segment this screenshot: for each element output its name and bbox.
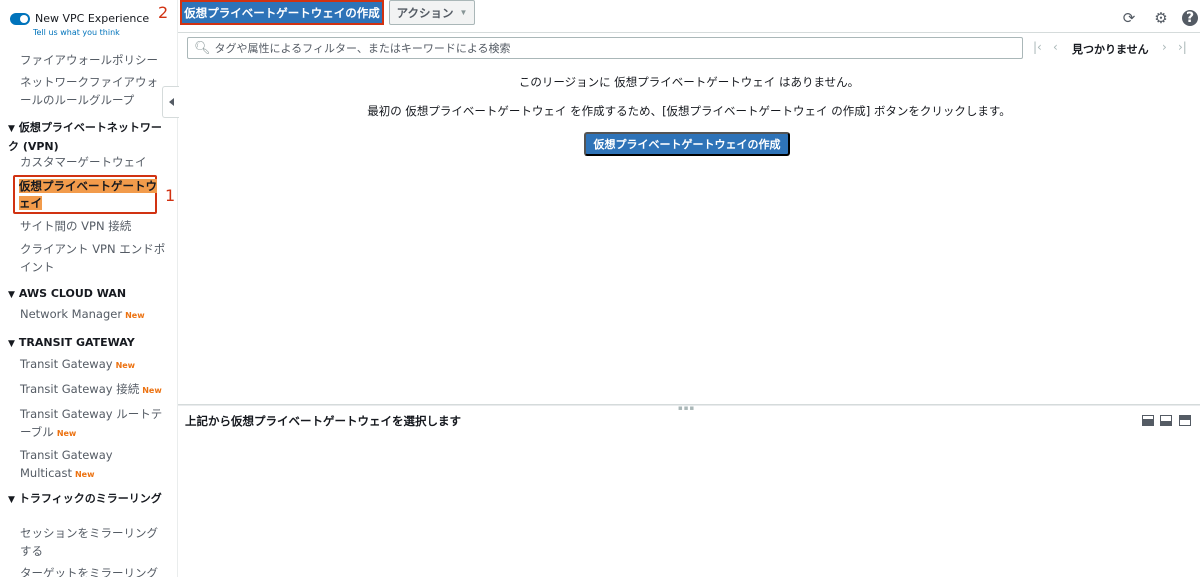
sidebar-item-client-vpn-endpoint[interactable]: クライアント VPN エンドポイント: [20, 240, 168, 276]
new-badge: New: [74, 470, 95, 479]
drag-handle-icon[interactable]: ▪▪▪: [678, 404, 695, 412]
actions-label: アクション: [396, 7, 454, 20]
sidebar-item-label: Transit Gateway: [20, 357, 113, 371]
sidebar-collapse-handle[interactable]: [162, 86, 179, 118]
sidebar-item-label: Transit Gateway ルートテーブル: [20, 407, 163, 439]
first-page-icon[interactable]: |‹: [1033, 40, 1042, 54]
sidebar-section-vpn[interactable]: ▼ 仮想プライベートネットワーク (VPN): [8, 119, 168, 155]
sidebar-item-site-to-site-vpn[interactable]: サイト間の VPN 接続: [20, 217, 168, 235]
sidebar-item-mirror-targets[interactable]: ターゲットをミラーリング: [20, 564, 168, 577]
sidebar-item-firewall-rule-groups[interactable]: ネットワークファイアウォールのルールグループ: [20, 73, 168, 109]
new-badge: New: [125, 311, 145, 320]
expand-triangle-icon: ▼: [8, 339, 15, 349]
new-badge: New: [115, 361, 136, 370]
sidebar-item-transit-gateway-attachments[interactable]: Transit Gateway 接続 New: [20, 380, 168, 400]
toggle-switch-icon[interactable]: [10, 12, 30, 25]
next-page-icon[interactable]: ›: [1162, 40, 1167, 54]
sidebar-item-label: 仮想プライベートゲートウェイ: [19, 179, 157, 210]
sidebar-item-firewall-policy[interactable]: ファイアウォールポリシー: [20, 51, 168, 69]
sidebar-item-transit-gateway-multicast[interactable]: Transit Gateway Multicast New: [20, 446, 168, 484]
section-label: AWS CLOUD WAN: [18, 287, 127, 300]
detail-pane-title: 上記から仮想プライベートゲートウェイを選択します: [185, 414, 461, 428]
expand-triangle-icon: ▼: [8, 124, 15, 134]
annotation-number-2: 2: [158, 3, 169, 22]
create-virtual-private-gateway-button[interactable]: 仮想プライベートゲートウェイの作成: [180, 0, 384, 25]
sidebar-item-network-manager[interactable]: Network Manager New: [20, 305, 168, 325]
new-badge: New: [142, 386, 162, 395]
empty-state-instructions: 最初の 仮想プライベートゲートウェイ を作成するため、[仮想プライベートゲートウ…: [367, 104, 1011, 118]
sidebar-item-virtual-private-gateway[interactable]: 仮想プライベートゲートウェイ: [19, 178, 159, 212]
sidebar-item-label: Transit Gateway 接続: [20, 382, 140, 396]
layout-full-icon[interactable]: [1179, 415, 1191, 426]
sidebar-section-cloud-wan[interactable]: ▼ AWS CLOUD WAN: [8, 285, 168, 304]
filter-search-box[interactable]: 🔍︎: [187, 37, 1023, 59]
expand-triangle-icon: ▼: [8, 495, 15, 505]
refresh-icon[interactable]: ⟳: [1120, 9, 1138, 27]
sidebar-item-customer-gateway[interactable]: カスタマーゲートウェイ: [20, 153, 168, 171]
empty-state-message: このリージョンに 仮想プライベートゲートウェイ はありません。: [518, 75, 860, 89]
sidebar: New VPC Experience Tell us what you thin…: [0, 0, 178, 577]
new-vpc-experience-toggle[interactable]: New VPC Experience: [10, 12, 149, 25]
sidebar-item-label: Network Manager: [20, 307, 123, 321]
sidebar-item-label: Transit Gateway Multicast: [20, 448, 113, 480]
annotation-number-1: 1: [165, 186, 176, 205]
sidebar-section-transit-gateway[interactable]: ▼ TRANSIT GATEWAY: [8, 334, 168, 353]
sidebar-item-transit-gateway-route-table[interactable]: Transit Gateway ルートテーブル New: [20, 405, 168, 443]
search-input[interactable]: [214, 41, 995, 55]
actions-dropdown[interactable]: アクション ▼: [389, 0, 475, 25]
help-icon[interactable]: ?: [1182, 10, 1198, 26]
feedback-link[interactable]: Tell us what you think: [33, 28, 120, 37]
layout-split-icon[interactable]: [1160, 415, 1172, 426]
chevron-down-icon: ▼: [459, 8, 468, 17]
app-root: New VPC Experience Tell us what you thin…: [0, 0, 1200, 577]
search-icon: 🔍︎: [194, 40, 211, 56]
pager-status: 見つかりません: [1072, 43, 1149, 56]
settings-icon[interactable]: ⚙: [1152, 9, 1170, 27]
create-virtual-private-gateway-cta-button[interactable]: 仮想プライベートゲートウェイの作成: [584, 132, 790, 156]
section-label: 仮想プライベートネットワーク (VPN): [8, 121, 162, 153]
layout-bottom-icon[interactable]: [1142, 415, 1154, 426]
sidebar-item-transit-gateway[interactable]: Transit Gateway New: [20, 355, 168, 375]
last-page-icon[interactable]: ›|: [1178, 40, 1187, 54]
sidebar-item-mirror-sessions[interactable]: セッションをミラーリングする: [20, 524, 168, 560]
new-badge: New: [56, 429, 77, 438]
previous-page-icon[interactable]: ‹: [1053, 40, 1058, 54]
vpc-toggle-label: New VPC Experience: [35, 12, 150, 25]
sidebar-section-traffic-mirroring[interactable]: ▼ トラフィックのミラーリング: [8, 490, 168, 509]
expand-triangle-icon: ▼: [8, 290, 15, 300]
section-label: TRANSIT GATEWAY: [18, 336, 135, 349]
section-label: トラフィックのミラーリング: [18, 492, 162, 505]
